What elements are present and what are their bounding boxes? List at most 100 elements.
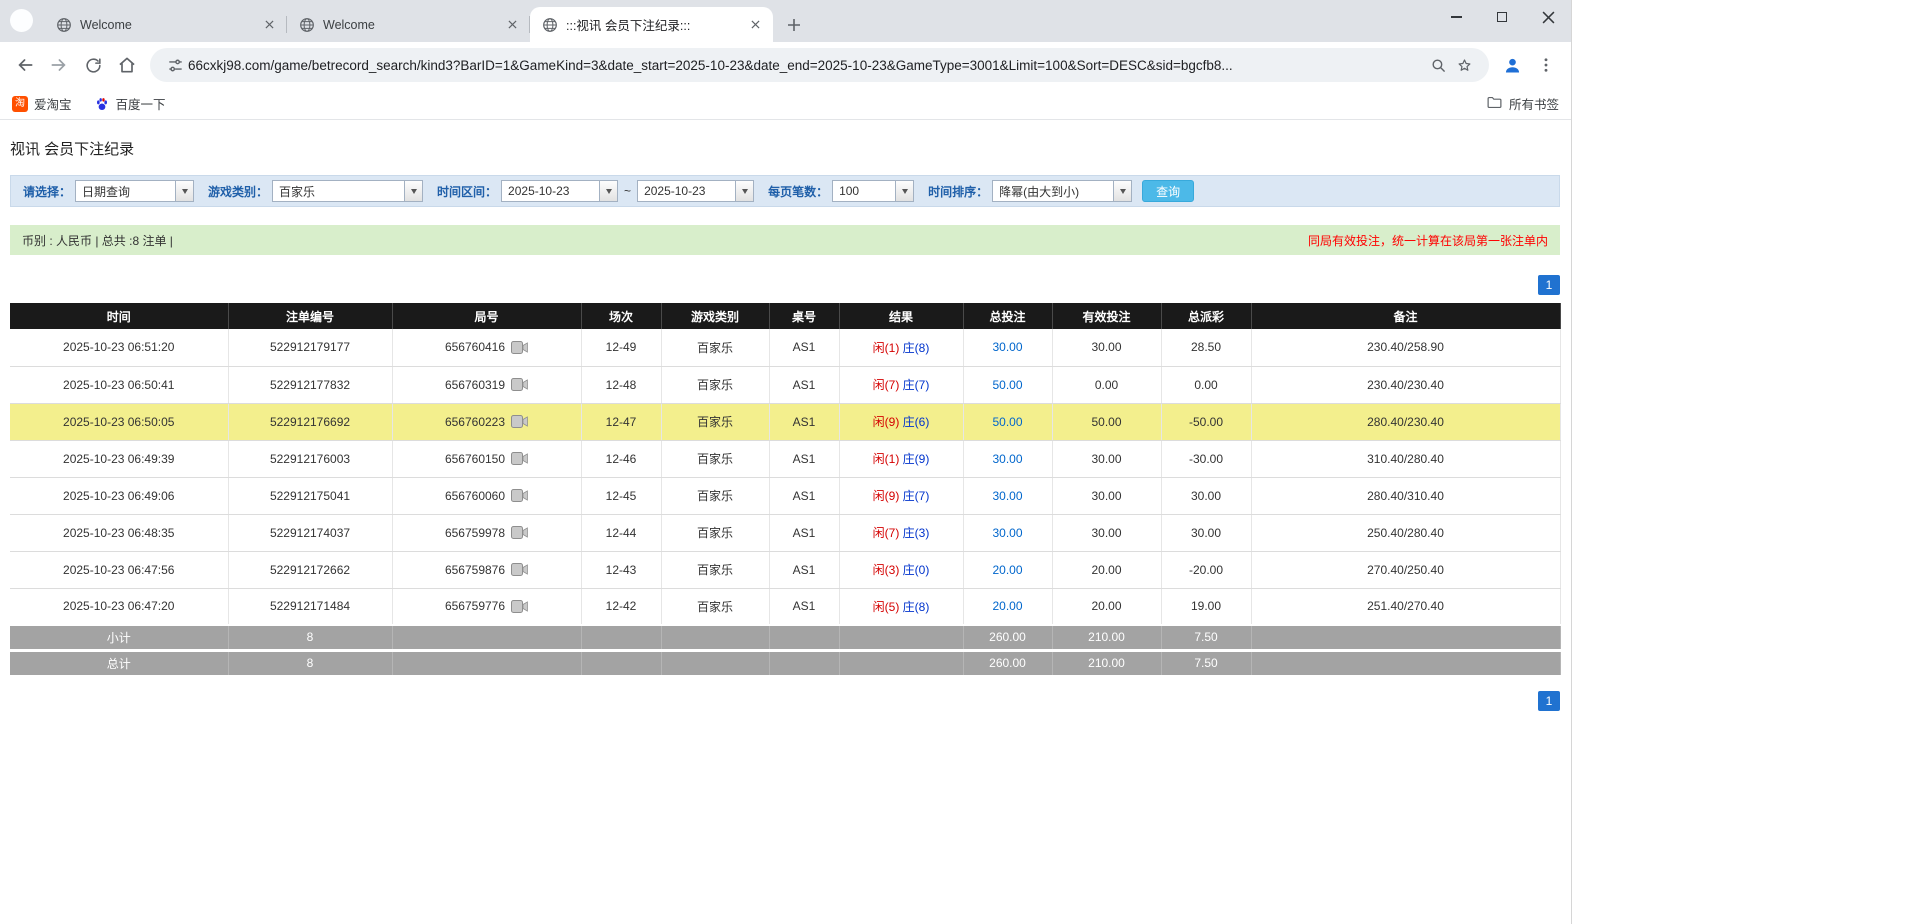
chevron-down-icon[interactable]	[895, 181, 914, 201]
cell-total-bet: 20.00	[963, 551, 1053, 589]
home-button[interactable]	[110, 48, 144, 82]
query-type-select[interactable]: 日期查询	[75, 180, 195, 202]
cell-bet-id: 522912175041	[228, 477, 393, 515]
page-number-button[interactable]: 1	[1538, 691, 1560, 711]
total-bet-link[interactable]: 30.00	[992, 340, 1022, 354]
cell-time: 2025-10-23 06:51:20	[10, 329, 229, 367]
video-icon[interactable]	[511, 378, 528, 391]
chevron-down-icon[interactable]	[599, 181, 618, 201]
query-type-label: 请选择：	[23, 184, 72, 199]
total-bet-link[interactable]: 50.00	[992, 378, 1022, 392]
page-number-button[interactable]: 1	[1538, 275, 1560, 295]
header-bet-id: 注单编号	[228, 303, 393, 329]
subtotal-empty	[1251, 624, 1561, 650]
result-banker: 庄(3)	[902, 526, 930, 540]
window-close-button[interactable]	[1525, 0, 1571, 34]
summary-info: 币别 : 人民币 | 总共 :8 注单 |	[22, 233, 173, 248]
cell-bet-id: 522912172662	[228, 551, 393, 589]
globe-icon	[299, 17, 315, 33]
result-player: 闲(7)	[872, 526, 900, 540]
total-bet-link[interactable]: 50.00	[992, 415, 1022, 429]
cell-total-bet: 50.00	[963, 366, 1053, 404]
subtotal-count: 8	[228, 624, 393, 650]
chevron-down-icon[interactable]	[735, 181, 754, 201]
total-bet-link[interactable]: 30.00	[992, 526, 1022, 540]
bookmark-baidu[interactable]: 百度一下	[94, 94, 166, 113]
video-icon[interactable]	[511, 563, 528, 576]
zoom-icon[interactable]	[1425, 52, 1451, 78]
window-minimize-button[interactable]	[1433, 0, 1479, 34]
tab-title: :::视讯 会员下注纪录:::	[566, 19, 691, 33]
cell-table-no: AS1	[769, 440, 840, 478]
tab-title: Welcome	[323, 17, 375, 32]
tab-welcome-1[interactable]: Welcome	[44, 7, 287, 42]
sort-select[interactable]: 降幂(由大到小)	[992, 180, 1133, 202]
cell-payout: 19.00	[1161, 588, 1252, 626]
new-tab-button[interactable]	[781, 12, 807, 38]
total-label: 总计	[10, 648, 229, 675]
total-bet-link[interactable]: 20.00	[992, 599, 1022, 613]
cell-total-bet: 30.00	[963, 514, 1053, 552]
profile-avatar-icon[interactable]	[1495, 48, 1529, 82]
url-text[interactable]: 66cxkj98.com/game/betrecord_search/kind3…	[188, 58, 1425, 73]
page-size-select[interactable]: 100	[832, 180, 915, 202]
summary-bar: 币别 : 人民币 | 总共 :8 注单 | 同局有效投注，统一计算在该局第一张注…	[10, 225, 1560, 255]
total-empty	[769, 648, 840, 675]
date-start-select[interactable]: 2025-10-23	[501, 180, 619, 202]
tab-close-icon[interactable]	[504, 17, 520, 33]
cell-remark: 280.40/310.40	[1251, 477, 1561, 515]
all-bookmarks-button[interactable]: 所有书签	[1486, 94, 1559, 114]
back-button[interactable]	[8, 48, 42, 82]
game-type-select[interactable]: 百家乐	[272, 180, 424, 202]
site-info-icon[interactable]	[162, 52, 188, 78]
tab-close-icon[interactable]	[261, 17, 277, 33]
video-icon[interactable]	[511, 489, 528, 502]
video-icon[interactable]	[511, 340, 528, 354]
date-end-value: 2025-10-23	[644, 184, 706, 198]
browser-menu-icon[interactable]	[1529, 48, 1563, 82]
cell-result: 闲(5) 庄(8)	[839, 588, 964, 626]
chevron-down-icon[interactable]	[404, 181, 423, 201]
video-icon[interactable]	[511, 526, 528, 539]
search-button[interactable]: 查询	[1142, 180, 1195, 202]
cell-valid-bet: 30.00	[1052, 329, 1162, 367]
bookmark-aitaobao[interactable]: 淘 爱淘宝	[12, 94, 72, 113]
chevron-down-icon[interactable]	[1113, 181, 1132, 201]
total-bet-link[interactable]: 30.00	[992, 452, 1022, 466]
video-icon[interactable]	[511, 599, 528, 613]
total-bet-link[interactable]: 30.00	[992, 489, 1022, 503]
bet-row: 2025-10-23 06:47:56 522912172662 656759876…	[10, 551, 1561, 589]
result-banker: 庄(6)	[902, 415, 930, 429]
cell-session: 12-42	[581, 588, 662, 626]
video-icon[interactable]	[511, 415, 528, 428]
cell-table-no: AS1	[769, 514, 840, 552]
date-end-select[interactable]: 2025-10-23	[637, 180, 755, 202]
cell-valid-bet: 20.00	[1052, 588, 1162, 626]
cell-session: 12-46	[581, 440, 662, 478]
bookmark-star-icon[interactable]	[1451, 52, 1477, 78]
total-bet-link[interactable]: 20.00	[992, 563, 1022, 577]
cell-remark: 310.40/280.40	[1251, 440, 1561, 478]
tab-welcome-2[interactable]: Welcome	[287, 7, 530, 42]
chevron-down-icon[interactable]	[175, 181, 194, 201]
round-number: 656760416	[444, 340, 506, 355]
cell-bet-id: 522912176003	[228, 440, 393, 478]
window-maximize-button[interactable]	[1479, 0, 1525, 34]
reload-button[interactable]	[76, 48, 110, 82]
cell-game-type: 百家乐	[661, 514, 770, 552]
cell-payout: 30.00	[1161, 514, 1252, 552]
tab-search-button[interactable]	[10, 9, 33, 32]
globe-icon	[542, 17, 558, 33]
page-size-label: 每页笔数：	[768, 184, 829, 199]
tab-bet-record[interactable]: :::视讯 会员下注纪录:::	[530, 7, 773, 42]
forward-button[interactable]	[42, 48, 76, 82]
address-bar[interactable]: 66cxkj98.com/game/betrecord_search/kind3…	[150, 48, 1489, 82]
video-icon[interactable]	[511, 452, 528, 465]
total-empty	[661, 648, 770, 675]
tab-close-icon[interactable]	[747, 17, 763, 33]
subtotal-payout: 7.50	[1161, 624, 1252, 650]
cell-time: 2025-10-23 06:49:06	[10, 477, 229, 515]
cell-round: 656759776	[392, 588, 582, 626]
round-number: 656760150	[444, 451, 506, 466]
result-banker: 庄(7)	[902, 378, 930, 392]
